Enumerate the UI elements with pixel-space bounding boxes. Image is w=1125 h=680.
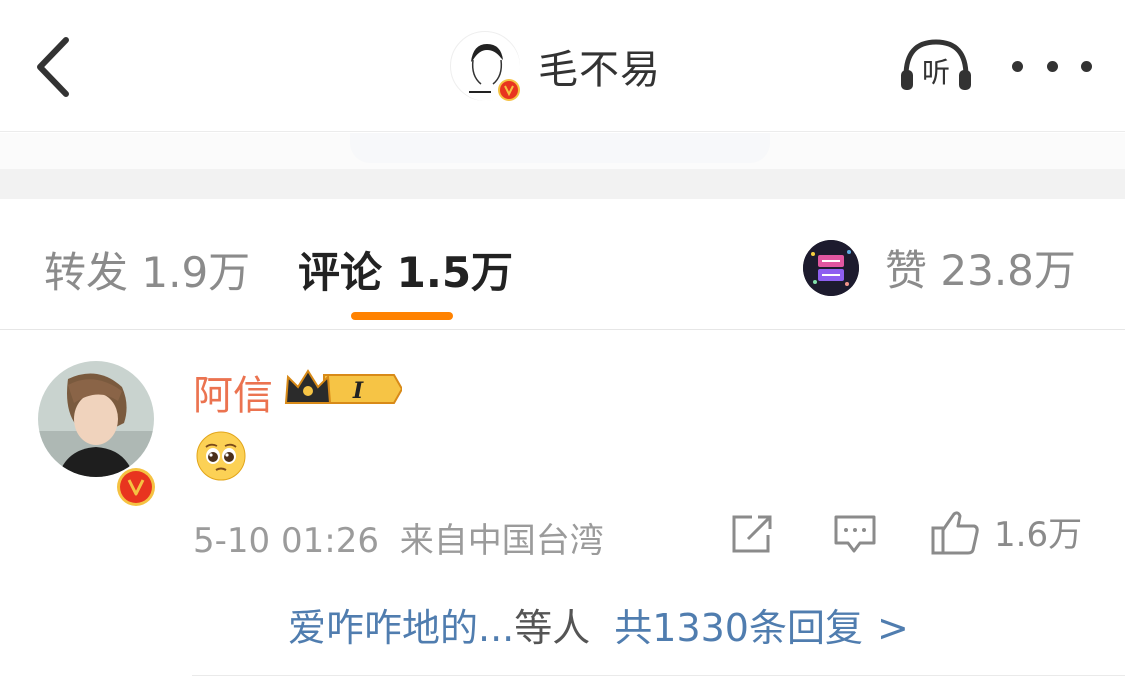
replies-link[interactable]: 爱咋咋地的...等人 共1330条回复 > <box>288 597 909 652</box>
collapsed-post-area <box>0 133 1125 169</box>
commenter-username[interactable]: 阿信 <box>193 363 273 421</box>
tab-likes[interactable]: 赞 23.8万 <box>803 237 1076 298</box>
page-title: 毛不易 <box>538 47 661 93</box>
reply-button[interactable] <box>832 513 878 555</box>
like-count: 1.6万 <box>994 515 1083 555</box>
listen-label: 听 <box>922 56 950 89</box>
tab-likes-label: 赞 <box>885 246 928 295</box>
member-level-label: I <box>352 378 364 404</box>
share-icon <box>732 515 772 553</box>
comment-source: 来自中国台湾 <box>399 521 604 561</box>
thumbs-up-icon <box>931 510 979 554</box>
more-dot-icon <box>1046 60 1058 72</box>
top-nav-bar: 毛不易 听 <box>0 0 1125 132</box>
reply-users[interactable]: 爱咋咋地的... <box>288 606 514 650</box>
liker-avatar <box>803 239 859 296</box>
user-photo-icon <box>38 361 154 477</box>
like-button[interactable]: 1.6万 <box>930 507 1082 556</box>
collapsed-post-shadow <box>350 133 770 163</box>
entertainment-logo-icon <box>803 239 859 296</box>
listen-button[interactable]: 听 <box>898 36 974 96</box>
replies-summary[interactable]: 爱咋咋地的...等人 共1330条回复 > <box>192 579 1092 659</box>
interaction-tabs: 转发 1.9万 评论 1.5万 赞 23.8万 <box>0 199 1125 330</box>
profile-header[interactable]: 毛不易 <box>450 30 661 102</box>
more-options-button[interactable] <box>1012 44 1092 88</box>
commenter-avatar[interactable] <box>38 361 155 506</box>
comment-item: 阿信 I 5-10 01:26 来自中国台湾 1.6万 爱咋咋地的...等人 共… <box>0 331 1125 680</box>
tab-comment-count: 1.5万 <box>396 248 514 297</box>
tab-likes-text: 赞 23.8万 <box>885 237 1076 298</box>
more-dot-icon <box>1012 60 1023 72</box>
member-crown-badge-icon[interactable]: I <box>284 367 402 411</box>
comment-icon <box>834 515 876 553</box>
tab-repost-count: 1.9万 <box>141 248 251 297</box>
tab-comment-label: 评论 <box>298 248 383 297</box>
tab-repost-label: 转发 <box>44 248 129 297</box>
reply-total[interactable]: 共1330条回复 <box>614 606 863 650</box>
verified-badge-icon <box>498 79 520 101</box>
tab-repost[interactable]: 转发 1.9万 <box>44 239 250 300</box>
comment-divider <box>192 675 1125 676</box>
tab-likes-count: 23.8万 <box>940 246 1076 295</box>
more-dot-icon <box>1081 60 1092 72</box>
comment-meta: 5-10 01:26 来自中国台湾 <box>193 513 604 562</box>
chevron-right-icon: > <box>876 606 909 650</box>
section-divider <box>0 169 1125 199</box>
tab-comment[interactable]: 评论 1.5万 <box>298 239 513 300</box>
reply-etc: 等人 <box>514 606 591 650</box>
headphones-icon: 听 <box>901 39 971 90</box>
comment-time: 5-10 01:26 <box>193 521 379 561</box>
share-button[interactable] <box>730 513 776 555</box>
active-tab-indicator <box>351 312 453 320</box>
pleading-face-emoji-icon <box>196 431 246 481</box>
back-button[interactable] <box>26 32 86 102</box>
verified-badge-icon <box>117 468 155 506</box>
avatar[interactable] <box>450 31 520 101</box>
chevron-left-icon <box>37 37 69 97</box>
